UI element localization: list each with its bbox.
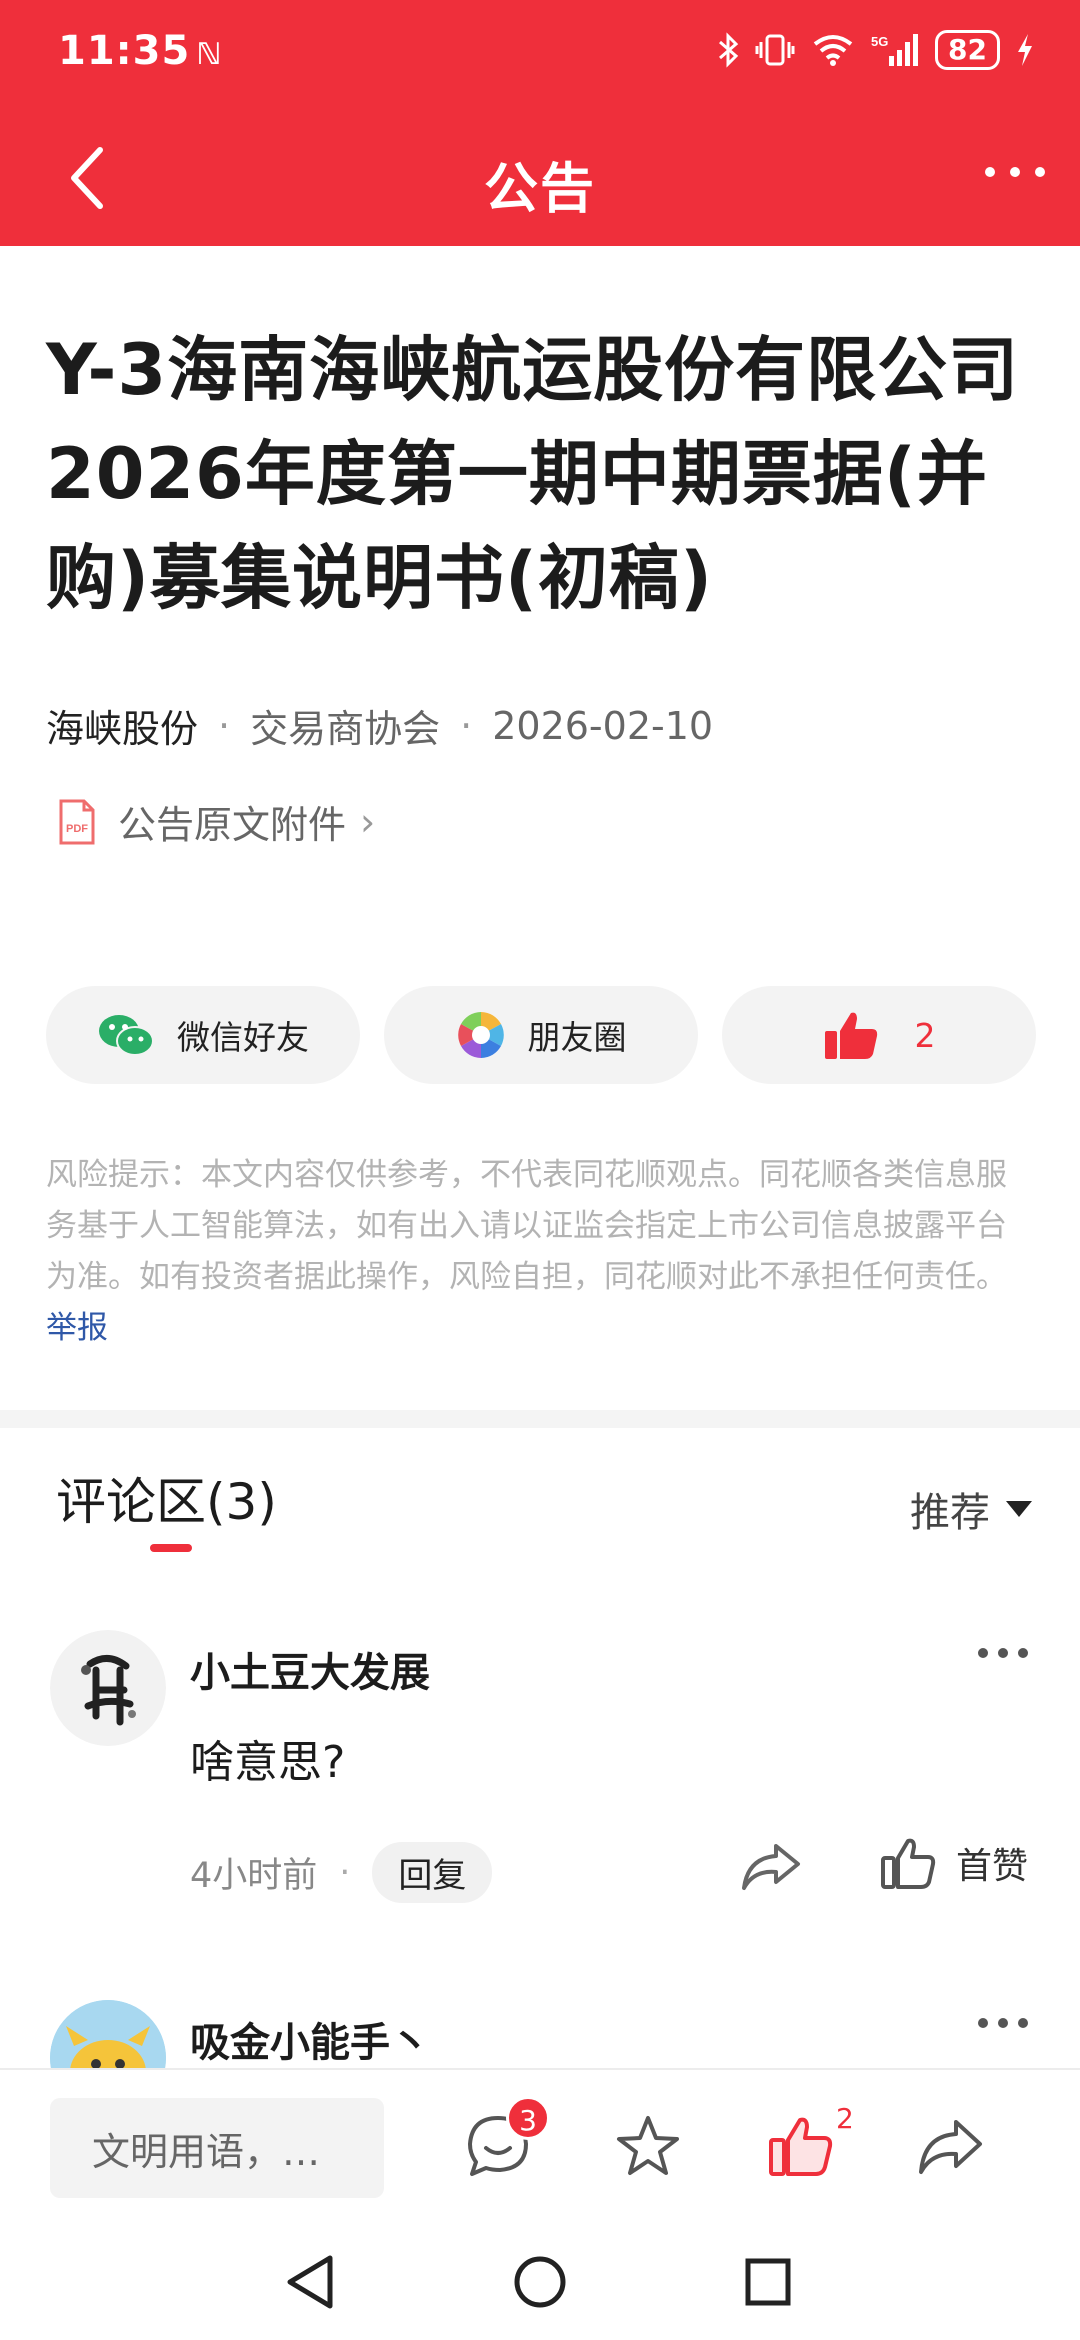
bottom-action-bar: 文明用语，… 3 2 [0, 2068, 1080, 2224]
comment-text: 啥意思? [190, 1737, 346, 1788]
battery-indicator: 82 [935, 30, 1000, 70]
system-nav-bar [0, 2224, 1080, 2340]
svg-text:5G: 5G [871, 34, 888, 49]
reply-button[interactable]: 回复 [372, 1842, 493, 1903]
comment-footer: 4小时前 · 回复 [190, 1842, 493, 1903]
signal-5g-icon: 5G [871, 34, 919, 66]
status-bar: 11:35 ℕ 5G 82 [0, 0, 1080, 104]
article-meta: 海峡股份 · 交易商协会 · 2026-02-10 [46, 698, 713, 753]
sort-label: 推荐 [910, 1490, 990, 1536]
avatar[interactable] [50, 1630, 166, 1746]
attachment-label: 公告原文附件 [118, 803, 347, 847]
article-channel: 交易商协会 [250, 707, 441, 751]
meta-separator: · [460, 703, 473, 748]
star-icon[interactable] [614, 2112, 682, 2180]
report-link[interactable]: 举报 [46, 1310, 108, 1346]
attachment-link[interactable]: PDF 公告原文附件 › [58, 794, 375, 849]
wifi-icon [813, 35, 853, 66]
nfc-icon: ℕ [196, 37, 223, 72]
risk-text: 风险提示：本文内容仅供参考，不代表同花顺观点。同花顺各类信息服务基于人工智能算法… [46, 1157, 1007, 1295]
first-like-label: 首赞 [956, 1846, 1029, 1887]
svg-text:PDF: PDF [66, 823, 88, 835]
vibrate-icon [755, 34, 795, 66]
section-divider [0, 1410, 1080, 1428]
clock-text: 11:35 [58, 28, 191, 74]
charging-icon [1018, 34, 1032, 66]
meta-separator: · [339, 1852, 351, 1893]
bluetooth-icon [719, 32, 739, 68]
nav-bar: 公告 [0, 104, 1080, 246]
status-icons: 5G 82 [717, 30, 1034, 70]
like-button[interactable]: 2 [722, 986, 1036, 1084]
caret-down-icon [1006, 1501, 1032, 1517]
app-header: 11:35 ℕ 5G 82 公告 [0, 0, 1080, 246]
sort-dropdown[interactable]: 推荐 [910, 1480, 1032, 1538]
comment-time: 4小时前 [190, 1856, 318, 1896]
comments-tab-indicator [150, 1544, 192, 1552]
pdf-icon: PDF [59, 799, 95, 844]
system-back-icon[interactable] [282, 2252, 338, 2312]
article-title: Y-3海南海峡航运股份有限公司2026年度第一期中期票据(并购)募集说明书(初稿… [46, 329, 1020, 619]
moments-icon [457, 1012, 504, 1058]
bottom-like-count: 2 [836, 2102, 854, 2135]
wechat-icon [99, 1015, 154, 1056]
share-arrow-icon[interactable] [916, 2112, 984, 2180]
share-wechat-button[interactable]: 微信好友 [46, 986, 360, 1084]
article-date: 2026-02-10 [492, 703, 714, 748]
like-count: 2 [914, 1015, 936, 1055]
system-recents-icon[interactable] [740, 2252, 796, 2312]
status-time: 11:35 ℕ [58, 28, 222, 74]
article-source[interactable]: 海峡股份 [46, 698, 198, 753]
chevron-right-icon: › [360, 799, 376, 844]
battery-level: 82 [948, 33, 987, 66]
comment-author[interactable]: 吸金小能手丶 [190, 2010, 430, 2068]
wechat-label: 微信好友 [177, 1018, 309, 1057]
page-title: 公告 [484, 157, 596, 220]
comment-like-button[interactable]: 首赞 [880, 1836, 1028, 1890]
thumbs-up-icon [824, 1012, 877, 1059]
system-home-icon[interactable] [510, 2252, 570, 2312]
comment-count-badge: 3 [506, 2096, 550, 2140]
user-avatar-image [50, 1630, 166, 1746]
more-dots-icon[interactable] [976, 1646, 1030, 1660]
risk-notice: 风险提示：本文内容仅供参考，不代表同花顺观点。同花顺各类信息服务基于人工智能算法… [46, 1150, 1036, 1354]
thumbs-up-outline-icon [881, 1838, 936, 1889]
thumbs-up-icon[interactable] [766, 2112, 834, 2180]
moments-label: 朋友圈 [527, 1018, 627, 1057]
share-arrow-icon[interactable] [740, 1840, 802, 1892]
comment-input[interactable]: 文明用语，… [50, 2098, 384, 2198]
more-dots-icon[interactable] [980, 152, 1050, 192]
comment-input-placeholder: 文明用语，… [92, 2129, 321, 2174]
share-row: 微信好友 朋友圈 2 [46, 986, 1036, 1084]
more-dots-icon[interactable] [976, 2016, 1030, 2030]
comment-author[interactable]: 小土豆大发展 [190, 1640, 430, 1698]
share-moments-button[interactable]: 朋友圈 [384, 986, 698, 1084]
comments-title: 评论区(3) [56, 1473, 277, 1531]
meta-separator: · [218, 703, 231, 748]
